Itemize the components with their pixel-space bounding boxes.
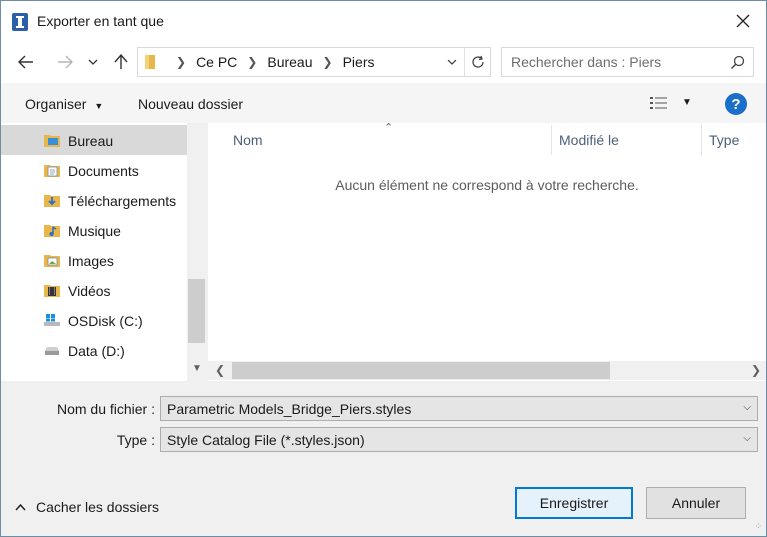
breadcrumb-item-piers[interactable]: Piers xyxy=(343,54,375,70)
search-icon[interactable] xyxy=(730,55,745,70)
back-button[interactable] xyxy=(14,51,38,73)
chevron-down-icon[interactable]: ⌵ xyxy=(743,402,751,413)
file-type-value: Style Catalog File (*.styles.json) xyxy=(167,431,365,448)
organize-label: Organiser xyxy=(25,96,87,112)
help-icon[interactable]: ? xyxy=(725,93,747,115)
arrow-left-icon xyxy=(18,55,33,69)
type-label: Type : xyxy=(116,432,155,448)
file-list: ⌃ Nom Modifié le Type Aucun élément ne c… xyxy=(208,122,766,381)
windows-drive-icon xyxy=(44,314,60,326)
breadcrumb-item-bureau[interactable]: Bureau xyxy=(267,54,312,70)
filename-value: Parametric Models_Bridge_Piers.styles xyxy=(167,400,412,417)
sidebar-item-label: Images xyxy=(68,253,114,269)
column-divider[interactable] xyxy=(551,125,552,155)
breadcrumb-separator-icon: ❯ xyxy=(176,55,187,69)
up-button[interactable] xyxy=(109,51,133,73)
column-header-name[interactable]: Nom xyxy=(233,123,263,157)
breadcrumb-separator-icon: ❯ xyxy=(322,55,333,69)
chevron-up-icon xyxy=(15,503,26,511)
hide-folders-toggle[interactable]: Cacher les dossiers xyxy=(15,499,159,515)
sidebar-item-label: Musique xyxy=(68,223,121,239)
sidebar-item-data[interactable]: Data (D:) xyxy=(1,335,187,365)
column-divider[interactable] xyxy=(701,125,702,155)
sidebar-item-label: Data (D:) xyxy=(68,343,125,359)
file-list-scrollbar[interactable]: ❮ ❯ xyxy=(208,361,766,380)
title-bar: Exporter en tant que xyxy=(1,1,766,41)
app-icon xyxy=(12,13,28,31)
command-bar: Organiser ▼ Nouveau dossier ▼ ? xyxy=(1,83,766,123)
scroll-left-icon[interactable]: ❮ xyxy=(215,363,225,377)
dropdown-history-button[interactable] xyxy=(442,48,462,76)
search-input[interactable] xyxy=(502,54,722,70)
recent-locations-button[interactable] xyxy=(84,51,102,73)
chevron-down-icon xyxy=(447,59,457,65)
navigation-pane-scrollbar[interactable]: ▼ xyxy=(187,123,206,381)
scrollbar-thumb[interactable] xyxy=(232,362,610,379)
navigation-bar: ❯ Ce PC ❯ Bureau ❯ Piers xyxy=(1,41,766,83)
resize-grip-icon[interactable]: ⁘ xyxy=(754,521,762,532)
hide-folders-label: Cacher les dossiers xyxy=(36,499,159,515)
window-title: Exporter en tant que xyxy=(37,13,164,29)
arrow-right-icon xyxy=(58,55,73,69)
forward-button[interactable] xyxy=(53,51,77,73)
organize-menu-button[interactable]: Organiser ▼ xyxy=(25,96,103,112)
caret-down-icon: ▼ xyxy=(94,101,104,111)
scroll-down-icon[interactable]: ▼ xyxy=(192,363,202,374)
save-dialog: Exporter en tant que ❯ Ce PC ❯ Bureau ❯ … xyxy=(0,0,767,537)
sidebar-item-osdisk[interactable]: OSDisk (C:) xyxy=(1,305,187,335)
close-button[interactable] xyxy=(720,1,766,41)
sidebar-item-label: Documents xyxy=(68,163,139,179)
sidebar-item-label: Bureau xyxy=(68,133,114,149)
search-box[interactable] xyxy=(501,47,754,77)
sidebar-item-downloads[interactable]: Téléchargements xyxy=(1,185,187,215)
empty-state-message: Aucun élément ne correspond à votre rech… xyxy=(335,177,639,193)
music-icon xyxy=(44,225,60,237)
breadcrumb: ❯ Ce PC ❯ Bureau ❯ Piers xyxy=(166,54,374,70)
address-bar[interactable]: ❯ Ce PC ❯ Bureau ❯ Piers xyxy=(137,47,491,77)
scrollbar-thumb[interactable] xyxy=(188,279,205,343)
sidebar-item-music[interactable]: Musique xyxy=(1,215,187,245)
sidebar-item-bureau[interactable]: Bureau xyxy=(1,125,187,155)
desktop-folder-icon xyxy=(44,135,60,147)
pictures-icon xyxy=(44,255,60,267)
drive-icon xyxy=(45,347,59,355)
sidebar-item-label: Vidéos xyxy=(68,283,111,299)
filename-field[interactable]: Parametric Models_Bridge_Piers.styles ⌵ xyxy=(160,396,758,421)
column-header-type[interactable]: Type xyxy=(709,123,739,157)
column-header-modified[interactable]: Modifié le xyxy=(559,123,619,157)
new-folder-button[interactable]: Nouveau dossier xyxy=(138,96,243,112)
sidebar-item-documents[interactable]: Documents xyxy=(1,155,187,185)
close-icon xyxy=(736,14,750,28)
cancel-button[interactable]: Annuler xyxy=(646,487,746,519)
sidebar-item-images[interactable]: Images xyxy=(1,245,187,275)
file-type-select[interactable]: Style Catalog File (*.styles.json) ⌵ xyxy=(160,427,758,452)
sort-ascending-icon: ⌃ xyxy=(384,122,394,134)
view-options-icon[interactable] xyxy=(649,96,669,110)
breadcrumb-item-ce-pc[interactable]: Ce PC xyxy=(196,54,237,70)
scroll-right-icon[interactable]: ❯ xyxy=(751,363,761,377)
chevron-down-icon[interactable]: ⌵ xyxy=(743,433,751,444)
navigation-pane: Bureau Documents Téléchargements Musique xyxy=(1,123,206,381)
chevron-down-icon xyxy=(88,59,98,65)
arrow-up-icon xyxy=(114,54,128,69)
filename-label: Nom du fichier : xyxy=(56,401,155,417)
sidebar-item-videos[interactable]: Vidéos xyxy=(1,275,187,305)
refresh-button[interactable] xyxy=(464,48,490,76)
videos-icon xyxy=(44,285,60,297)
breadcrumb-separator-icon: ❯ xyxy=(247,55,258,69)
refresh-icon xyxy=(471,55,484,68)
folder-icon xyxy=(145,55,155,69)
sidebar-item-label: Téléchargements xyxy=(68,193,177,209)
save-button[interactable]: Enregistrer xyxy=(515,487,633,519)
view-dropdown-icon[interactable]: ▼ xyxy=(682,97,692,108)
documents-icon xyxy=(44,165,60,177)
downloads-icon xyxy=(44,195,60,207)
sidebar-item-label: OSDisk (C:) xyxy=(68,313,143,329)
